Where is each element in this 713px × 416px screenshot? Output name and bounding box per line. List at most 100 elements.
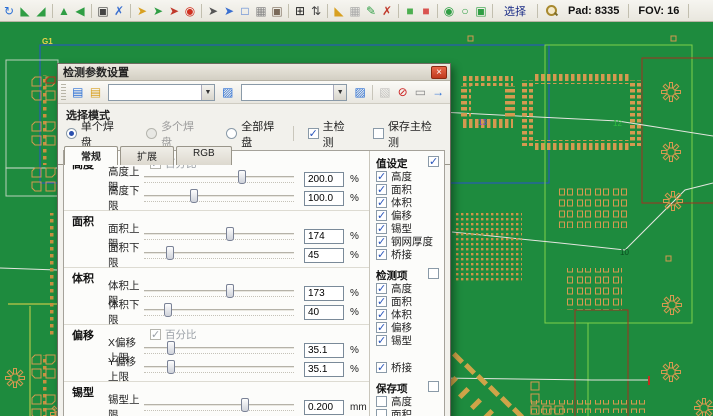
slider-thumb[interactable]: [226, 284, 234, 298]
param-slider[interactable]: [144, 284, 294, 302]
param-value-input[interactable]: [304, 191, 344, 206]
ruler-yellow-icon[interactable]: ◣: [331, 2, 347, 20]
fill-red-icon[interactable]: ■: [418, 2, 434, 20]
save-icon[interactable]: ▤: [69, 83, 87, 101]
param-value-input[interactable]: [304, 343, 344, 358]
group-item[interactable]: 锡型: [376, 223, 441, 236]
group-item[interactable]: 高度: [376, 395, 441, 408]
slider-thumb[interactable]: [238, 170, 246, 184]
dart-green-icon[interactable]: ➤: [150, 2, 166, 20]
param-slider[interactable]: [144, 303, 294, 321]
tab-extended[interactable]: 扩展: [120, 146, 174, 165]
param-slider[interactable]: [144, 227, 294, 245]
magnifier-icon[interactable]: [545, 4, 558, 17]
group-item[interactable]: 高度: [376, 283, 441, 296]
delete-icon[interactable]: ✗: [379, 2, 395, 20]
param-value-input[interactable]: [304, 400, 344, 415]
param-value-input[interactable]: [304, 305, 344, 320]
item-checkbox[interactable]: [376, 283, 387, 294]
window-icon[interactable]: ▭: [411, 83, 429, 101]
slider-thumb[interactable]: [164, 303, 172, 317]
forbid-icon[interactable]: ⊘: [394, 83, 412, 101]
tiles-icon[interactable]: ⊞: [292, 2, 308, 20]
grid-light-icon[interactable]: ▦: [347, 2, 363, 20]
param-slider[interactable]: [144, 341, 294, 359]
item-checkbox[interactable]: [376, 322, 387, 333]
pin-blue-icon[interactable]: ➤: [221, 2, 237, 20]
chart-edit-icon[interactable]: ✎: [363, 2, 379, 20]
group-item[interactable]: 面积: [376, 296, 441, 309]
chevron-down-icon[interactable]: ▼: [201, 85, 214, 100]
tab-rgb[interactable]: RGB: [176, 146, 232, 165]
item-checkbox[interactable]: [376, 396, 387, 407]
group-master-checkbox[interactable]: [428, 268, 439, 279]
close-button[interactable]: ×: [431, 66, 447, 79]
camera-icon[interactable]: ▣: [269, 2, 285, 20]
slider-thumb[interactable]: [167, 341, 175, 355]
item-checkbox[interactable]: [376, 362, 387, 373]
group-item[interactable]: 桥接: [376, 361, 441, 374]
param-value-input[interactable]: [304, 248, 344, 263]
sort-az-icon[interactable]: ⇅: [308, 2, 324, 20]
group-master-checkbox[interactable]: [428, 156, 439, 167]
slider-thumb[interactable]: [167, 360, 175, 374]
item-checkbox[interactable]: [376, 171, 387, 182]
group-item[interactable]: 高度: [376, 171, 441, 184]
param-slider[interactable]: [144, 246, 294, 264]
group-item[interactable]: 偏移: [376, 210, 441, 223]
rect-select-icon[interactable]: □: [237, 2, 253, 20]
group-item[interactable]: 面积: [376, 184, 441, 197]
exit-icon[interactable]: →: [429, 83, 447, 101]
slider-thumb[interactable]: [241, 398, 249, 412]
select-mode-button[interactable]: 选择: [496, 3, 534, 19]
item-checkbox[interactable]: [376, 296, 387, 307]
slider-thumb[interactable]: [190, 189, 198, 203]
chevron-down-icon[interactable]: ▼: [333, 85, 346, 100]
item-checkbox[interactable]: [376, 249, 387, 260]
refresh-icon[interactable]: ↻: [1, 2, 17, 20]
group-item[interactable]: 桥接: [376, 249, 441, 262]
group-item[interactable]: 面积: [376, 408, 441, 416]
dart-yellow-icon[interactable]: ➤: [134, 2, 150, 20]
param-value-input[interactable]: [304, 172, 344, 187]
save-add-icon[interactable]: ▤: [87, 83, 105, 101]
param-slider[interactable]: [144, 170, 294, 188]
map-pin-icon[interactable]: ◉: [182, 2, 198, 20]
group-item[interactable]: 钢网厚度: [376, 236, 441, 249]
ruler-a-icon[interactable]: ◣: [17, 2, 33, 20]
slider-thumb[interactable]: [166, 246, 174, 260]
group-item[interactable]: 体积: [376, 197, 441, 210]
param-value-input[interactable]: [304, 362, 344, 377]
dialog-titlebar[interactable]: 检测参数设置 ×: [58, 64, 450, 81]
param-slider[interactable]: [144, 189, 294, 207]
target-filled-icon[interactable]: ◉: [441, 2, 457, 20]
param-slider[interactable]: [144, 398, 294, 416]
load-b-icon[interactable]: ▨: [351, 83, 369, 101]
group-item[interactable]: 锡型: [376, 335, 441, 348]
slider-thumb[interactable]: [226, 227, 234, 241]
group-item[interactable]: 偏移: [376, 322, 441, 335]
item-checkbox[interactable]: [376, 309, 387, 320]
tab-general[interactable]: 常规: [64, 146, 118, 165]
tools-icon[interactable]: ✗: [111, 2, 127, 20]
horn-icon[interactable]: ◀: [72, 2, 88, 20]
pin-dark-icon[interactable]: ➤: [205, 2, 221, 20]
set-square-icon[interactable]: ▲: [56, 2, 72, 20]
param-value-input[interactable]: [304, 286, 344, 301]
group-item[interactable]: 体积: [376, 309, 441, 322]
item-checkbox[interactable]: [376, 184, 387, 195]
item-checkbox[interactable]: [376, 223, 387, 234]
preset-combobox-2[interactable]: ▼: [241, 84, 348, 101]
ruler-b-icon[interactable]: ◢: [33, 2, 49, 20]
param-slider[interactable]: [144, 360, 294, 378]
param-value-input[interactable]: [304, 229, 344, 244]
grid-view-icon[interactable]: ▦: [253, 2, 269, 20]
target-square-icon[interactable]: ▣: [473, 2, 489, 20]
item-checkbox[interactable]: [376, 335, 387, 346]
dart-red-icon[interactable]: ➤: [166, 2, 182, 20]
item-checkbox[interactable]: [376, 236, 387, 247]
image-chart-icon[interactable]: ▣: [95, 2, 111, 20]
load-a-icon[interactable]: ▨: [219, 83, 237, 101]
item-checkbox[interactable]: [376, 409, 387, 416]
target-ring-icon[interactable]: ○: [457, 2, 473, 20]
